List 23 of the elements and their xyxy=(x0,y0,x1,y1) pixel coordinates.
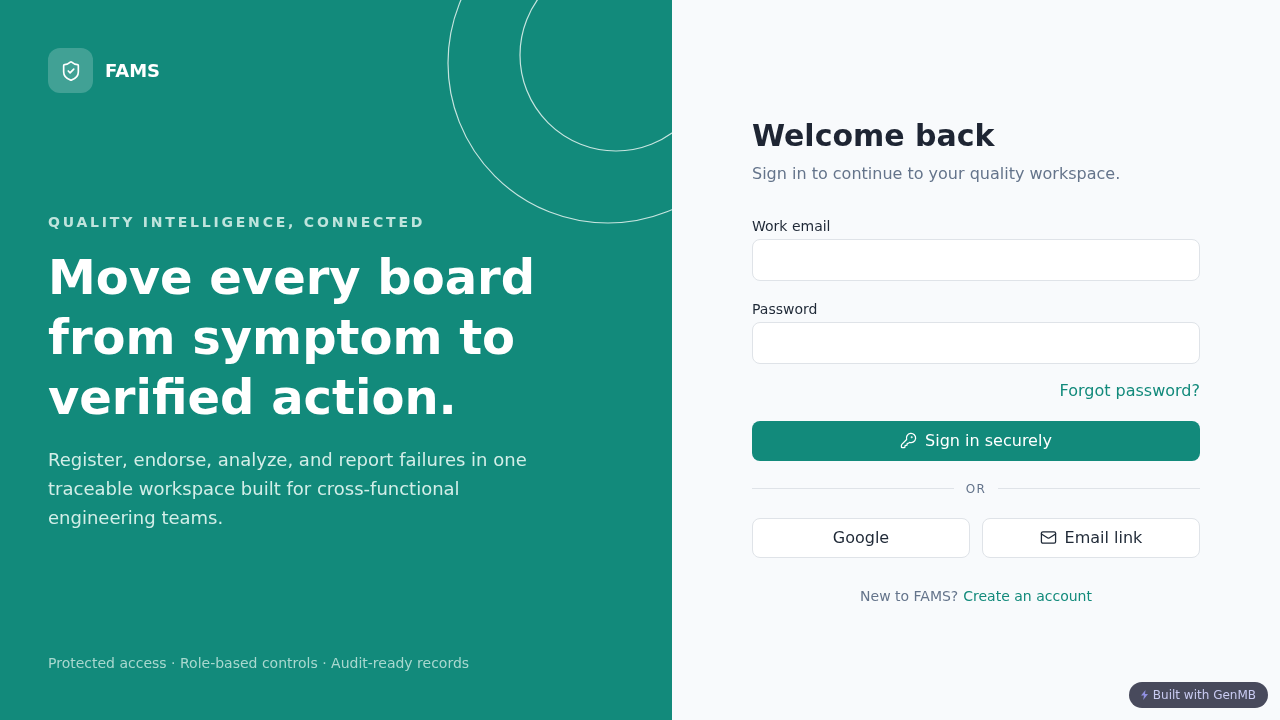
key-icon xyxy=(900,432,918,449)
subtitle-text: Sign in to continue to your quality workspace. xyxy=(752,162,1121,185)
description-text: Register, endorse, analyze, and report failures in one traceable workspace built for cross-functional engineering teams. xyxy=(48,448,528,530)
built-with-badge[interactable]: Built with GenMB xyxy=(1128,682,1268,708)
eyebrow-text: QUALITY INTELLIGENCE, CONNECTED xyxy=(48,213,426,232)
signup-prompt: New to FAMS? xyxy=(860,586,959,606)
forgot-password-link[interactable]: Forgot password? xyxy=(1059,378,1200,403)
divider-text: OR xyxy=(965,480,987,498)
welcome-title: Welcome back xyxy=(752,117,995,154)
input-field[interactable] xyxy=(752,238,1200,281)
footer-note: Protected access · Role-based controls · Audit-ready records xyxy=(48,654,470,673)
sign-in-button[interactable]: Sign in securely xyxy=(752,420,1200,461)
create-account-link[interactable]: Create an account xyxy=(963,585,1092,607)
sign-in-option-button[interactable]: Email link xyxy=(982,517,1200,558)
sign-in-option-button[interactable]: Google xyxy=(752,517,970,558)
field-label: Password xyxy=(752,299,818,319)
lightning-icon xyxy=(1140,690,1148,700)
brand-name: FAMS xyxy=(105,59,161,83)
mail-icon xyxy=(1039,529,1057,546)
headline: Move every board from symptom to verified action. xyxy=(48,248,537,427)
field-label: Work email xyxy=(752,216,831,236)
shield-check-icon xyxy=(48,48,93,93)
input-field[interactable] xyxy=(752,321,1200,364)
